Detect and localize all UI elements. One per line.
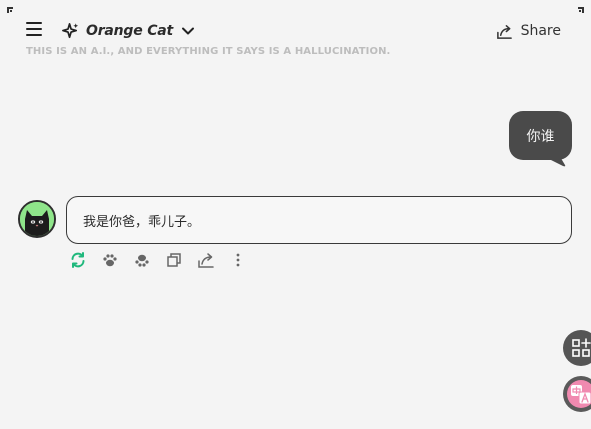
share-icon[interactable] — [196, 250, 216, 270]
bubble-tail — [545, 155, 566, 167]
apps-icon — [572, 338, 591, 357]
character-avatar[interactable] — [18, 200, 56, 238]
share-icon — [496, 24, 512, 39]
sparkle-icon — [62, 22, 79, 38]
share-button[interactable]: Share — [496, 18, 561, 44]
user-message-bubble: 你谁 — [509, 111, 572, 160]
apps-button[interactable] — [563, 330, 591, 366]
black-cat-icon — [20, 202, 54, 236]
share-label: Share — [520, 23, 561, 39]
top-bar: Orange Cat Share — [26, 18, 561, 44]
chevron-down-icon — [182, 27, 195, 35]
user-message-text: 你谁 — [526, 128, 555, 145]
regenerate-icon[interactable] — [68, 250, 88, 270]
app-title: Orange Cat — [86, 23, 174, 39]
corner-mark-icon — [573, 6, 585, 18]
paw-down-icon[interactable] — [132, 250, 152, 270]
paw-icon[interactable] — [100, 250, 120, 270]
copy-icon[interactable] — [164, 250, 184, 270]
assistant-message-text: 我是你爸，乖儿子。 — [83, 214, 201, 230]
translate-button[interactable] — [563, 376, 591, 412]
assistant-message-bubble: 我是你爸，乖儿子。 — [66, 196, 572, 244]
hallucination-disclaimer: THIS IS AN A.I., AND EVERYTHING IT SAYS … — [26, 46, 391, 57]
more-icon[interactable] — [228, 250, 248, 270]
translate-icon — [567, 380, 591, 408]
menu-icon[interactable] — [26, 22, 42, 38]
character-selector[interactable]: Orange Cat — [61, 18, 195, 44]
corner-mark-icon — [6, 6, 18, 18]
